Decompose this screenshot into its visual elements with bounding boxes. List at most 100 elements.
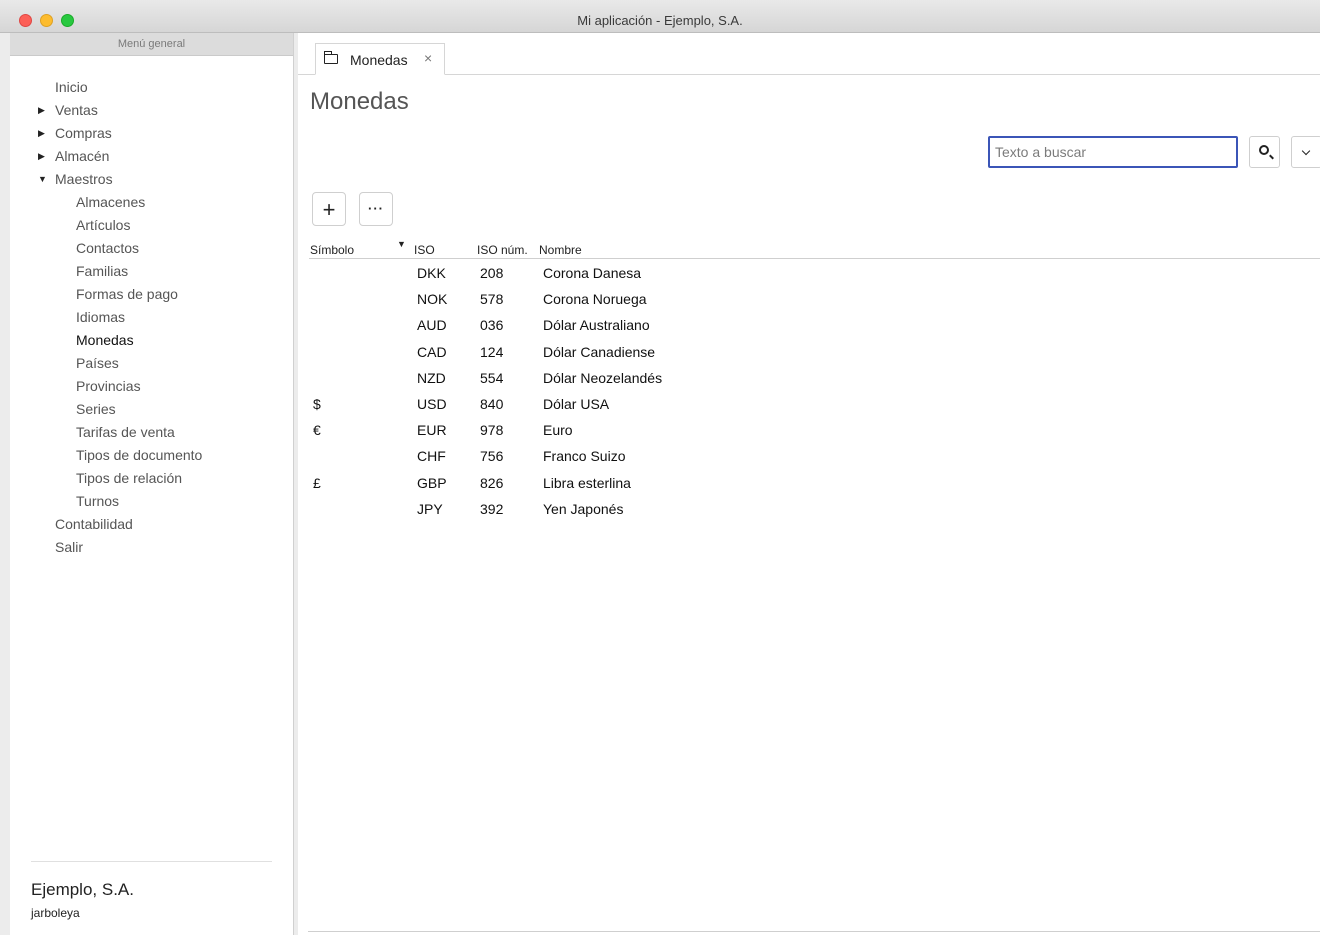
- cell-iso: CAD: [417, 343, 447, 360]
- menu-item-provincias[interactable]: Provincias: [10, 375, 293, 398]
- sidebar: Menú general Inicio ▶ Ventas ▶ Compras ▶ Al…: [10, 33, 294, 935]
- column-header-nombre[interactable]: Nombre: [539, 243, 582, 257]
- menu-item-familias[interactable]: Familias: [10, 260, 293, 283]
- menu-item-paises[interactable]: Países: [10, 352, 293, 375]
- menu-item-contactos[interactable]: Contactos: [10, 237, 293, 260]
- add-button[interactable]: +: [312, 192, 346, 226]
- menu-item-label: Almacén: [55, 148, 110, 164]
- cell-iso-num: 208: [480, 265, 504, 281]
- menu-item-label: Salir: [55, 539, 84, 555]
- table-row[interactable]: $ USD 840 Dólar USA: [298, 391, 1320, 417]
- menu-item-label: Tipos de relación: [76, 470, 183, 486]
- menu-item-label: Turnos: [76, 493, 120, 509]
- menu-item-formas-de-pago[interactable]: Formas de pago: [10, 283, 293, 306]
- main-menu: Inicio ▶ Ventas ▶ Compras ▶ Almacén ▼ Maestr…: [10, 76, 293, 559]
- menu-item-compras[interactable]: ▶ Compras: [10, 122, 293, 145]
- menu-item-label: Provincias: [76, 378, 141, 394]
- cell-iso: USD: [417, 395, 447, 412]
- column-header-iso[interactable]: ISO: [414, 243, 435, 257]
- search-input[interactable]: [988, 136, 1238, 168]
- sidebar-divider: [31, 861, 272, 862]
- cell-symbol: £: [313, 474, 321, 491]
- table-row[interactable]: CAD 124 Dólar Canadiense: [298, 339, 1320, 365]
- cell-name: Yen Japonés: [543, 500, 624, 517]
- table-row[interactable]: CHF 756 Franco Suizo: [298, 443, 1320, 469]
- cell-name: Franco Suizo: [543, 448, 626, 465]
- menu-item-almacenes[interactable]: Almacenes: [10, 191, 293, 214]
- table-row[interactable]: NZD 554 Dólar Neozelandés: [298, 365, 1320, 391]
- menu-item-tarifas-de-venta[interactable]: Tarifas de venta: [10, 421, 293, 444]
- cell-iso: CHF: [417, 448, 446, 465]
- menu-item-tipos-de-documento[interactable]: Tipos de documento: [10, 444, 293, 467]
- menu-item-series[interactable]: Series: [10, 398, 293, 421]
- table-body: DKK 208 Corona Danesa NOK 578 Corona Noruega…: [298, 260, 1320, 522]
- table-row[interactable]: DKK 208 Corona Danesa: [298, 260, 1320, 286]
- cell-symbol: €: [313, 422, 321, 439]
- menu-item-label: Contabilidad: [55, 516, 133, 532]
- cell-name: Dólar Neozelandés: [543, 369, 663, 386]
- disclosure-down-icon[interactable]: ▼: [38, 168, 47, 191]
- cell-iso: JPY: [417, 500, 443, 517]
- tab-bar: Monedas ×: [298, 33, 1320, 75]
- disclosure-right-icon[interactable]: ▶: [38, 122, 45, 145]
- menu-item-almacen[interactable]: ▶ Almacén: [10, 145, 293, 168]
- menu-item-contabilidad[interactable]: Contabilidad: [10, 513, 293, 536]
- cell-iso-num: 826: [480, 474, 504, 491]
- search-button[interactable]: [1249, 136, 1280, 168]
- menu-item-label: Tipos de documento: [76, 447, 203, 463]
- disclosure-right-icon[interactable]: ▶: [38, 145, 45, 168]
- cell-iso-num: 554: [480, 369, 504, 386]
- table-row[interactable]: € EUR 978 Euro: [298, 417, 1320, 443]
- column-header-simbolo[interactable]: Símbolo: [310, 243, 354, 257]
- menu-item-label: Contactos: [76, 240, 140, 256]
- search-options-button[interactable]: [1291, 136, 1320, 168]
- close-icon[interactable]: ×: [424, 50, 432, 66]
- menu-item-articulos[interactable]: Artículos: [10, 214, 293, 237]
- disclosure-right-icon[interactable]: ▶: [38, 99, 45, 122]
- user-name: jarboleya: [31, 906, 80, 920]
- cell-iso-num: 978: [480, 422, 504, 439]
- menu-item-tipos-de-relacion[interactable]: Tipos de relación: [10, 467, 293, 490]
- window-title: Mi aplicación - Ejemplo, S.A.: [577, 13, 743, 28]
- menu-item-label: Almacenes: [76, 194, 146, 210]
- sort-desc-icon[interactable]: ▼: [397, 239, 406, 249]
- table-row[interactable]: NOK 578 Corona Noruega: [298, 286, 1320, 312]
- chevron-down-icon: [1301, 146, 1311, 156]
- menu-item-monedas[interactable]: Monedas: [10, 329, 293, 352]
- table-row[interactable]: JPY 392 Yen Japonés: [298, 496, 1320, 522]
- cell-iso: GBP: [417, 474, 447, 491]
- cell-name: Corona Danesa: [543, 265, 642, 281]
- cell-name: Dólar Canadiense: [543, 343, 656, 360]
- company-name: Ejemplo, S.A.: [31, 880, 134, 899]
- cell-name: Libra esterlina: [543, 474, 631, 491]
- menu-item-ventas[interactable]: ▶ Ventas: [10, 99, 293, 122]
- menu-item-label: Familias: [76, 263, 129, 279]
- sidebar-header: Menú general: [10, 33, 293, 56]
- column-header-iso-num[interactable]: ISO núm.: [477, 243, 528, 257]
- menu-item-label: Artículos: [76, 217, 131, 233]
- tab-monedas[interactable]: Monedas ×: [315, 43, 445, 75]
- menu-item-label: Series: [76, 401, 116, 417]
- menu-item-label: Monedas: [76, 332, 134, 348]
- cell-iso: EUR: [417, 422, 447, 439]
- more-actions-button[interactable]: ···: [359, 192, 393, 226]
- table-row[interactable]: AUD 036 Dólar Australiano: [298, 312, 1320, 338]
- cell-name: Corona Noruega: [543, 291, 647, 308]
- menu-item-inicio[interactable]: Inicio: [10, 76, 293, 99]
- menu-item-label: Maestros: [55, 171, 113, 187]
- cell-iso-num: 392: [480, 500, 504, 517]
- main-content: Monedas × Monedas + ··· Símbolo ▼ ISO IS…: [298, 33, 1320, 935]
- cell-iso: NOK: [417, 291, 448, 308]
- tab-label: Monedas: [350, 52, 408, 68]
- menu-item-turnos[interactable]: Turnos: [10, 490, 293, 513]
- menu-item-maestros[interactable]: ▼ Maestros: [10, 168, 293, 191]
- search-icon: [1259, 145, 1269, 155]
- menu-item-idiomas[interactable]: Idiomas: [10, 306, 293, 329]
- cell-iso-num: 840: [480, 395, 504, 412]
- table-row[interactable]: £ GBP 826 Libra esterlina: [298, 470, 1320, 496]
- menu-item-label: Idiomas: [76, 309, 126, 325]
- cell-iso-num: 036: [480, 317, 504, 334]
- table-header: Símbolo ▼ ISO ISO núm. Nombre: [309, 239, 1320, 259]
- cell-iso: DKK: [417, 265, 446, 281]
- menu-item-salir[interactable]: Salir: [10, 536, 293, 559]
